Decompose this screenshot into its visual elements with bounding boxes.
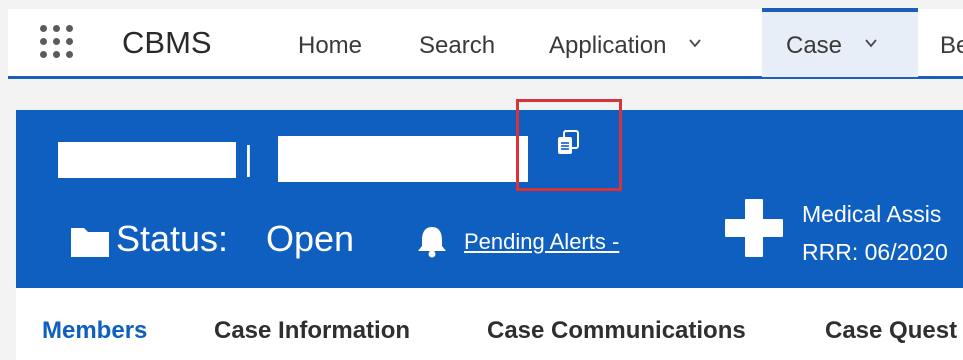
title-separator: | — [244, 140, 253, 178]
bell-icon — [418, 227, 446, 258]
status-value: Open — [266, 218, 355, 259]
chevron-down-icon[interactable] — [865, 37, 877, 49]
app-launcher-icon[interactable] — [40, 25, 80, 65]
top-navigation-bar: CBMS Home Search Application Case Be — [8, 8, 963, 79]
tab-case-communications[interactable]: Case Communications — [487, 317, 746, 345]
case-header: | Status: Open Pending Alerts - Medical … — [16, 99, 963, 288]
folder-icon — [71, 228, 109, 257]
nav-item-case[interactable]: Case — [762, 8, 918, 77]
tab-case-information[interactable]: Case Information — [214, 317, 410, 345]
nav-item-label: Application — [549, 32, 667, 59]
nav-item-label: Case — [786, 32, 843, 59]
medical-plus-icon — [725, 199, 783, 257]
app-name: CBMS — [122, 25, 212, 60]
nav-item-label: Home — [298, 32, 363, 59]
status-label: Status: — [116, 218, 229, 259]
highlight-box — [516, 99, 622, 191]
tab-case-questions[interactable]: Case Quest — [825, 317, 957, 345]
tab-members[interactable]: Members — [42, 317, 147, 345]
chevron-down-icon[interactable] — [689, 37, 701, 49]
medical-assistance-text: Medical Assis — [802, 201, 942, 227]
nav-item-label: Search — [419, 32, 496, 59]
nav-item-home[interactable]: Home — [298, 32, 362, 60]
nav-item-be[interactable]: Be — [940, 32, 963, 60]
case-subtabs: Members Case Information Case Communicat… — [16, 288, 963, 360]
nav-item-application[interactable]: Application — [549, 32, 701, 60]
pending-alerts-link[interactable]: Pending Alerts - — [464, 229, 619, 255]
nav-item-label: Be — [940, 32, 963, 59]
rrr-date-text: RRR: 06/2020 — [802, 239, 948, 265]
redacted-block — [58, 142, 236, 178]
redacted-block — [278, 136, 528, 182]
nav-item-search[interactable]: Search — [419, 32, 495, 60]
